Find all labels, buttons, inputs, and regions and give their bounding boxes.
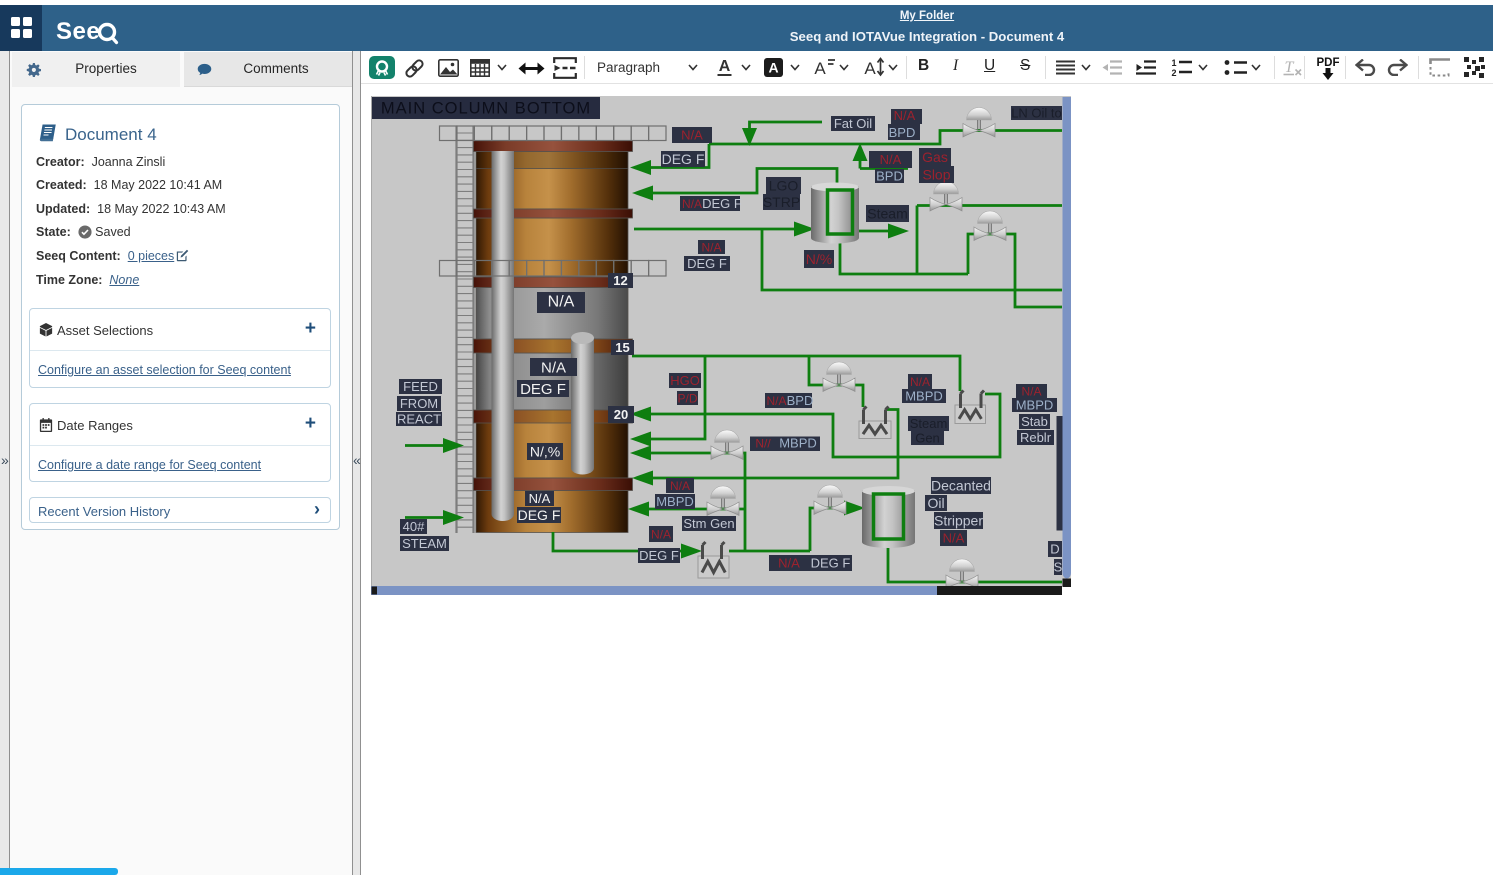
svg-text:N/%: N/% [806, 251, 832, 267]
svg-text:N/,%: N/,% [530, 444, 560, 460]
svg-text:N/A: N/A [778, 556, 800, 571]
svg-text:STRP: STRP [763, 194, 800, 210]
svg-text:Reblr: Reblr [1020, 430, 1052, 445]
svg-text:Steam: Steam [910, 416, 948, 431]
svg-text:DEG F: DEG F [520, 381, 566, 398]
svg-text:P/D: P/D [677, 391, 697, 405]
svg-text:1: 1 [1172, 58, 1177, 68]
svg-text:LN Oil to: LN Oil to [1011, 106, 1062, 121]
svg-text:12: 12 [613, 273, 627, 288]
svg-text:LGO: LGO [769, 178, 799, 194]
svg-text:MAIN COLUMN BOTTOM: MAIN COLUMN BOTTOM [381, 100, 591, 118]
svg-text:N/A: N/A [681, 128, 703, 143]
svg-text:Decanted: Decanted [931, 478, 991, 494]
svg-text:A: A [864, 59, 876, 77]
svg-text:FEED: FEED [403, 379, 438, 394]
svg-text:MBPD: MBPD [779, 436, 817, 451]
svg-text:N/A: N/A [766, 394, 786, 408]
svg-text:N/A: N/A [651, 527, 671, 541]
svg-text:A: A [719, 58, 731, 75]
svg-text:A: A [768, 60, 778, 76]
svg-text:N/A: N/A [1021, 384, 1041, 398]
svg-text:DEG F: DEG F [662, 151, 705, 167]
svg-text:MBPD: MBPD [905, 389, 943, 404]
svg-text:Stripper: Stripper [934, 513, 983, 529]
svg-text:DEG F: DEG F [518, 507, 561, 523]
svg-text:N/A: N/A [701, 240, 721, 254]
svg-text:A: A [814, 59, 826, 77]
svg-text:Oil: Oil [927, 495, 944, 511]
svg-text:BPD: BPD [787, 393, 814, 408]
svg-text:HGO: HGO [670, 373, 700, 388]
svg-text:REACT: REACT [397, 412, 441, 427]
svg-text:N/A: N/A [548, 293, 575, 310]
svg-text:DEG F: DEG F [811, 556, 851, 571]
svg-text:Fat Oil: Fat Oil [834, 116, 872, 131]
svg-text:N//: N// [755, 437, 771, 451]
svg-text:N/A: N/A [880, 152, 902, 167]
svg-text:DEG F: DEG F [702, 196, 742, 211]
svg-text:40#: 40# [403, 519, 425, 534]
svg-text:S: S [1054, 560, 1063, 575]
svg-text:N/A: N/A [529, 491, 551, 506]
svg-text:Gen: Gen [915, 431, 940, 446]
svg-text:N/A: N/A [541, 359, 566, 376]
svg-text:MBPD: MBPD [1016, 398, 1054, 413]
svg-text:BPD: BPD [889, 125, 916, 140]
svg-text:Gas: Gas [922, 149, 948, 165]
svg-text:Stm Gen: Stm Gen [683, 516, 734, 531]
svg-text:MBPD: MBPD [656, 494, 694, 509]
svg-text:BPD: BPD [876, 169, 903, 184]
svg-text:See: See [56, 18, 100, 45]
svg-text:N/A: N/A [670, 479, 690, 493]
svg-text:N/A: N/A [894, 108, 916, 123]
svg-text:2: 2 [1172, 68, 1177, 77]
svg-text:T: T [1285, 59, 1295, 76]
svg-text:STEAM: STEAM [402, 536, 447, 551]
svg-text:D: D [1050, 542, 1059, 557]
svg-text:N/A: N/A [682, 197, 702, 211]
svg-text:PDF: PDF [1317, 57, 1340, 69]
svg-text:Steam: Steam [867, 206, 907, 222]
svg-text:FROM: FROM [400, 396, 438, 411]
svg-text:Stab: Stab [1021, 414, 1048, 429]
svg-text:DEG F: DEG F [639, 548, 679, 563]
svg-text:DEG F: DEG F [687, 256, 727, 271]
svg-text:20: 20 [614, 407, 628, 422]
svg-text:Slop: Slop [922, 167, 950, 183]
svg-text:15: 15 [615, 340, 629, 355]
svg-text:N/A: N/A [943, 531, 965, 546]
svg-text:N/A: N/A [910, 375, 930, 389]
